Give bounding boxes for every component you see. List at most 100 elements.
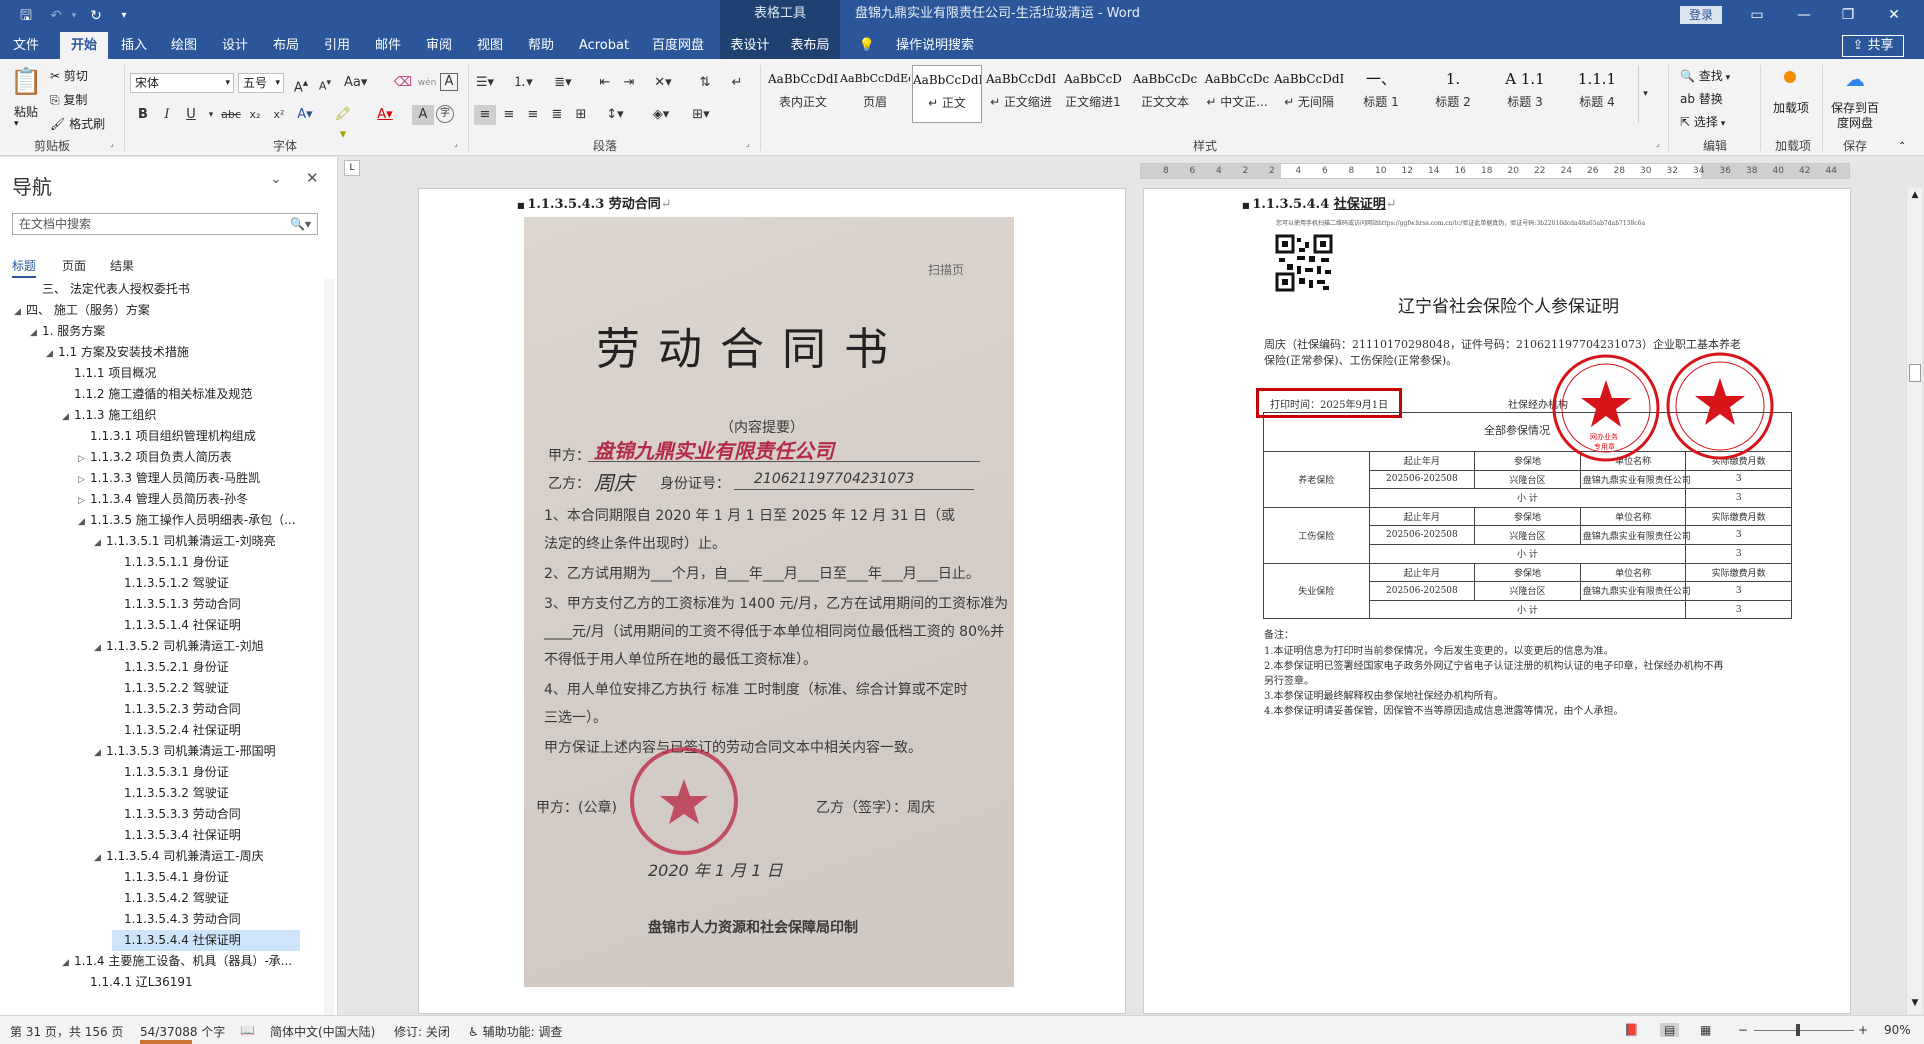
scroll-up-icon[interactable]: ▲ xyxy=(1908,190,1922,202)
nav-item[interactable]: 1.1.3.5.4.2 驾驶证 xyxy=(112,888,229,909)
tab-mailings[interactable]: 邮件 xyxy=(366,32,410,59)
read-mode-icon[interactable]: 📕 xyxy=(1624,1023,1639,1037)
collapse-triangle-icon[interactable]: ◢ xyxy=(14,302,26,323)
horizontal-ruler[interactable]: 8 6 4 2 2 4 6 8 10 12 14 16 18 20 22 24 26 28 30 32 34 36 38 40… xyxy=(1140,163,1850,179)
tab-acrobat[interactable]: Acrobat xyxy=(570,32,638,59)
bold-icon[interactable]: B xyxy=(132,105,154,125)
chinese-layout-icon[interactable]: ✕▾ xyxy=(652,73,674,93)
nav-item[interactable]: ▷ 1.1.3.4 管理人员简历表-孙冬 xyxy=(78,489,248,510)
font-size-select[interactable]: 五号 ▾ xyxy=(238,73,284,93)
character-shading-icon[interactable]: A xyxy=(412,105,434,125)
nav-item[interactable]: ◢ 1.1 方案及安装技术措施 xyxy=(46,342,189,363)
clipboard-launcher-icon[interactable]: ⌟ xyxy=(110,139,114,148)
line-spacing-icon[interactable]: ↕▾ xyxy=(604,105,626,125)
addins-button[interactable]: 加载项 xyxy=(1770,101,1812,116)
zoom-out-icon[interactable]: − xyxy=(1738,1023,1748,1037)
nav-tab-headings[interactable]: 标题 xyxy=(12,257,37,278)
zoom-slider[interactable] xyxy=(1754,1030,1854,1031)
clear-formatting-icon[interactable]: ⌫ xyxy=(392,73,414,93)
tab-file[interactable]: 文件 xyxy=(0,32,52,59)
share-button[interactable]: ⇪ 共享 xyxy=(1842,35,1904,57)
undo-dropdown-icon[interactable]: ▾ xyxy=(64,6,84,26)
save-to-baidu-button[interactable]: 保存到百度网盘 xyxy=(1826,101,1884,131)
customize-qat-icon[interactable]: ▾ xyxy=(114,6,134,26)
zoom-in-icon[interactable]: + xyxy=(1858,1023,1868,1037)
collapse-triangle-icon[interactable]: ◢ xyxy=(94,533,106,554)
nav-item[interactable]: ▷ 1.1.3.2 项目负责人简历表 xyxy=(78,447,232,468)
tab-table-design[interactable]: 表设计 xyxy=(720,32,780,59)
format-painter-button[interactable]: 🖌 格式刷 xyxy=(50,115,105,132)
italic-icon[interactable]: I xyxy=(156,105,178,125)
style-normal[interactable]: AaBbCcDdI ↵ 正文 xyxy=(912,65,982,123)
tab-insert[interactable]: 插入 xyxy=(112,32,156,59)
scroll-thumb[interactable] xyxy=(1909,364,1921,382)
login-button[interactable]: 登录 xyxy=(1680,6,1722,24)
nav-item[interactable]: ◢ 1.1.3.5.4 司机兼清运工-周庆 xyxy=(94,846,264,867)
redo-icon[interactable]: ↻ xyxy=(86,6,106,26)
sort-icon[interactable]: ⇅ xyxy=(694,73,716,93)
subscript-icon[interactable]: x₂ xyxy=(244,105,266,125)
enclose-characters-icon[interactable]: 字 xyxy=(436,105,454,123)
labor-contract-scan-image[interactable]: 扫描页 劳 动 合 同 书 （内容提要） 甲方： 盘锦九鼎实业有限责任公司 乙方… xyxy=(524,217,1014,987)
expand-triangle-icon[interactable]: ▷ xyxy=(78,470,90,491)
nav-item[interactable]: 1.1.3.5.2.2 驾驶证 xyxy=(112,678,229,699)
text-effects-icon[interactable]: A▾ xyxy=(294,105,316,125)
expand-triangle-icon[interactable]: ▷ xyxy=(78,491,90,512)
nav-item[interactable]: 1.1.3.5.1.1 身份证 xyxy=(112,552,229,573)
web-layout-icon[interactable]: ▦ xyxy=(1700,1023,1711,1037)
nav-item[interactable]: 1.1.3.5.3.4 社保证明 xyxy=(112,825,241,846)
vertical-scrollbar[interactable]: ▲ ▼ xyxy=(1906,188,1922,1014)
collapse-triangle-icon[interactable]: ◢ xyxy=(78,512,90,533)
highlight-icon[interactable]: 🖍▾ xyxy=(332,105,354,142)
paste-icon[interactable]: 📋 xyxy=(10,67,42,101)
change-case-icon[interactable]: Aa▾ xyxy=(344,73,367,93)
print-layout-icon[interactable]: ▤ xyxy=(1660,1023,1680,1037)
nav-item[interactable]: 1.1.3.5.4.3 劳动合同 xyxy=(112,909,241,930)
paragraph-launcher-icon[interactable]: ⌟ xyxy=(746,139,750,148)
heading-social-security-certificate[interactable]: ■ 1.1.3.5.4.4 社保证明↵ xyxy=(1242,193,1397,212)
shading-icon[interactable]: ◈▾ xyxy=(650,105,672,125)
multilevel-list-icon[interactable]: ≣▾ xyxy=(552,73,574,93)
phonetic-guide-icon[interactable]: wén xyxy=(416,73,438,93)
heading-labor-contract[interactable]: ■ 1.1.3.5.4.3 劳动合同↵ xyxy=(517,193,672,212)
tab-table-layout[interactable]: 表布局 xyxy=(780,32,840,59)
font-name-select[interactable]: 宋体 ▾ xyxy=(130,73,234,93)
font-launcher-icon[interactable]: ⌟ xyxy=(454,139,458,148)
paste-dropdown-icon[interactable]: ▾ xyxy=(14,119,19,129)
styles-more-icon[interactable]: ▾ xyxy=(1638,65,1652,123)
character-border-icon[interactable]: A xyxy=(440,73,458,91)
tab-draw[interactable]: 绘图 xyxy=(162,32,206,59)
nav-item[interactable]: 1.1.2 施工遵循的相关标准及规范 xyxy=(62,384,252,405)
nav-scrollbar[interactable] xyxy=(324,279,334,1015)
nav-item[interactable]: 三、 法定代表人授权委托书 xyxy=(30,279,190,300)
nav-item[interactable]: 1.1.3.5.1.3 劳动合同 xyxy=(112,594,241,615)
zoom-slider-thumb[interactable] xyxy=(1796,1024,1800,1036)
nav-item[interactable]: ◢ 1.1.3.5.3 司机兼清运工-邢国明 xyxy=(94,741,276,762)
nav-item[interactable]: ◢ 1.1.4 主要施工设备、机具（器具）-承... xyxy=(62,951,292,972)
nav-item[interactable]: 1.1.3.1 项目组织管理机构组成 xyxy=(78,426,256,447)
borders-icon[interactable]: ⊞▾ xyxy=(690,105,712,125)
shrink-font-icon[interactable]: A▾ xyxy=(314,73,336,93)
undo-icon[interactable]: ↶ xyxy=(46,6,66,26)
tab-help[interactable]: 帮助 xyxy=(519,32,563,59)
style-heading-3[interactable]: A 1.1 标题 3 xyxy=(1490,65,1560,123)
style-body-text[interactable]: AaBbCcDc 正文文本 xyxy=(1130,65,1200,123)
paste-button[interactable]: 粘贴 xyxy=(14,103,38,120)
superscript-icon[interactable]: x² xyxy=(268,105,290,125)
tab-references[interactable]: 引用 xyxy=(315,32,359,59)
find-button[interactable]: 🔍 查找 ▾ xyxy=(1680,67,1730,84)
replace-button[interactable]: ab 替换 xyxy=(1680,90,1723,107)
underline-dropdown-icon[interactable]: ▾ xyxy=(200,105,222,125)
tab-review[interactable]: 审阅 xyxy=(417,32,461,59)
strikethrough-icon[interactable]: abc xyxy=(220,105,242,125)
tab-baidu-netdisk[interactable]: 百度网盘 xyxy=(642,32,714,59)
distributed-icon[interactable]: ⊞ xyxy=(570,105,592,125)
decrease-indent-icon[interactable]: ⇤ xyxy=(594,73,616,93)
nav-tab-pages[interactable]: 页面 xyxy=(62,257,86,274)
collapse-triangle-icon[interactable]: ◢ xyxy=(62,407,74,428)
close-icon[interactable]: ✕ xyxy=(1882,4,1906,26)
collapse-triangle-icon[interactable]: ◢ xyxy=(30,323,42,344)
numbering-icon[interactable]: ⒈▾ xyxy=(512,73,534,93)
tab-selector[interactable]: L xyxy=(344,160,360,176)
nav-item[interactable]: 1.1.1 项目概况 xyxy=(62,363,156,384)
